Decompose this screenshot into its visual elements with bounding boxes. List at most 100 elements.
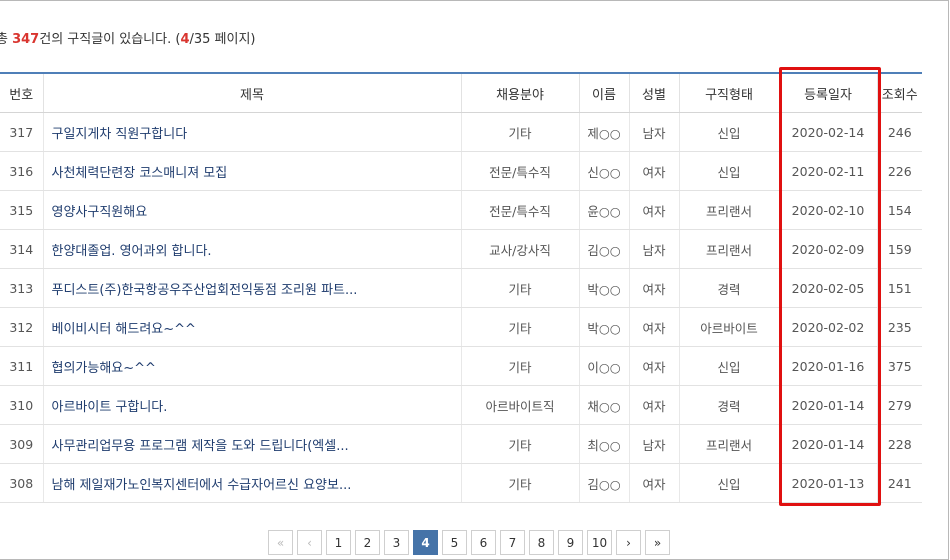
table-row: 311 협의가능해요~^^ 기타 이○○ 여자 신입 2020-01-16 375 bbox=[0, 346, 922, 386]
table-row: 313 푸디스트(주)한국항공우주산업회전익동점 조리원 파트... 기타 박○○ 여자… bbox=[0, 268, 922, 308]
row-field: 아르바이트직 bbox=[460, 385, 579, 425]
row-views: 375 bbox=[876, 346, 922, 386]
table-row: 317 구일지게차 직원구합니다 기타 제○○ 남자 신입 2020-02-14 246 bbox=[0, 112, 922, 152]
page-button[interactable]: 9 bbox=[558, 530, 583, 555]
row-views: 279 bbox=[876, 385, 922, 425]
row-title-link[interactable]: 사무관리업무용 프로그램 제작을 도와 드립니다(엑셀... bbox=[42, 424, 461, 464]
result-count: 347 bbox=[12, 32, 40, 47]
page-button-current[interactable]: 4 bbox=[413, 530, 438, 555]
next-page-button[interactable]: › bbox=[616, 530, 641, 555]
header-number: 번호 bbox=[0, 72, 43, 113]
row-name: 채○○ bbox=[578, 385, 629, 425]
row-job-type: 신입 bbox=[678, 346, 779, 386]
header-gender: 성별 bbox=[628, 72, 679, 113]
row-job-type: 프리랜서 bbox=[678, 229, 779, 269]
job-seeker-table: 번호 제목 채용분야 이름 성별 구직형태 등록일자 조회수 317 구일지게차 … bbox=[0, 72, 922, 503]
row-date: 2020-02-02 bbox=[778, 307, 877, 347]
row-views: 154 bbox=[876, 190, 922, 230]
table-row: 314 한양대졸업. 영어과외 합니다. 교사/강사직 김○○ 남자 프리랜서 2020-0… bbox=[0, 229, 922, 269]
row-job-type: 신입 bbox=[678, 463, 779, 503]
row-gender: 여자 bbox=[628, 190, 679, 230]
row-gender: 여자 bbox=[628, 463, 679, 503]
row-job-type: 프리랜서 bbox=[678, 190, 779, 230]
row-gender: 남자 bbox=[628, 112, 679, 152]
summary-middle: 건의 구직글이 있습니다. ( bbox=[39, 32, 181, 47]
table-row: 310 아르바이트 구합니다. 아르바이트직 채○○ 여자 경력 2020-01-14 279 bbox=[0, 385, 922, 425]
result-summary: 총 347건의 구직글이 있습니다. (4/35 페이지) bbox=[0, 28, 256, 47]
page-button[interactable]: 5 bbox=[442, 530, 467, 555]
row-number: 310 bbox=[0, 385, 43, 425]
row-job-type: 프리랜서 bbox=[678, 424, 779, 464]
row-title-link[interactable]: 사천체력단련장 코스매니져 모집 bbox=[42, 151, 461, 191]
header-title: 제목 bbox=[42, 72, 461, 113]
row-field: 기타 bbox=[460, 307, 579, 347]
row-date: 2020-02-10 bbox=[778, 190, 877, 230]
row-name: 김○○ bbox=[578, 463, 629, 503]
row-name: 이○○ bbox=[578, 346, 629, 386]
row-views: 241 bbox=[876, 463, 922, 503]
total-pages: /35 페이지) bbox=[189, 32, 256, 47]
row-gender: 여자 bbox=[628, 268, 679, 308]
row-views: 246 bbox=[876, 112, 922, 152]
table-row: 315 영양사구직원해요 전문/특수직 윤○○ 여자 프리랜서 2020-02-10 154 bbox=[0, 190, 922, 230]
row-field: 교사/강사직 bbox=[460, 229, 579, 269]
row-name: 신○○ bbox=[578, 151, 629, 191]
table-row: 316 사천체력단련장 코스매니져 모집 전문/특수직 신○○ 여자 신입 2020-02-… bbox=[0, 151, 922, 191]
row-field: 전문/특수직 bbox=[460, 190, 579, 230]
row-number: 315 bbox=[0, 190, 43, 230]
row-number: 312 bbox=[0, 307, 43, 347]
row-name: 최○○ bbox=[578, 424, 629, 464]
page-button[interactable]: 8 bbox=[529, 530, 554, 555]
row-number: 309 bbox=[0, 424, 43, 464]
header-job-type: 구직형태 bbox=[678, 72, 779, 113]
row-job-type: 아르바이트 bbox=[678, 307, 779, 347]
row-name: 제○○ bbox=[578, 112, 629, 152]
row-gender: 여자 bbox=[628, 346, 679, 386]
row-gender: 여자 bbox=[628, 385, 679, 425]
row-number: 314 bbox=[0, 229, 43, 269]
row-views: 159 bbox=[876, 229, 922, 269]
page-button[interactable]: 6 bbox=[471, 530, 496, 555]
row-date: 2020-01-16 bbox=[778, 346, 877, 386]
row-date: 2020-02-05 bbox=[778, 268, 877, 308]
row-title-link[interactable]: 한양대졸업. 영어과외 합니다. bbox=[42, 229, 461, 269]
table-row: 308 남해 제일재가노인복지센터에서 수급자어르신 요양보... 기타 김○○ 여자 신… bbox=[0, 463, 922, 503]
row-job-type: 경력 bbox=[678, 268, 779, 308]
header-views: 조회수 bbox=[876, 72, 922, 113]
row-number: 313 bbox=[0, 268, 43, 308]
page-button[interactable]: 10 bbox=[587, 530, 612, 555]
row-number: 311 bbox=[0, 346, 43, 386]
row-name: 박○○ bbox=[578, 307, 629, 347]
last-page-button[interactable]: » bbox=[645, 530, 670, 555]
row-title-link[interactable]: 구일지게차 직원구합니다 bbox=[42, 112, 461, 152]
page-button[interactable]: 3 bbox=[384, 530, 409, 555]
first-page-button[interactable]: « bbox=[268, 530, 293, 555]
page-button[interactable]: 1 bbox=[326, 530, 351, 555]
row-views: 235 bbox=[876, 307, 922, 347]
row-gender: 여자 bbox=[628, 307, 679, 347]
row-job-type: 신입 bbox=[678, 112, 779, 152]
prev-page-button[interactable]: ‹ bbox=[297, 530, 322, 555]
header-name: 이름 bbox=[578, 72, 629, 113]
row-views: 151 bbox=[876, 268, 922, 308]
row-gender: 여자 bbox=[628, 151, 679, 191]
row-title-link[interactable]: 영양사구직원해요 bbox=[42, 190, 461, 230]
page-button[interactable]: 2 bbox=[355, 530, 380, 555]
page-button[interactable]: 7 bbox=[500, 530, 525, 555]
header-date: 등록일자 bbox=[778, 72, 877, 113]
row-title-link[interactable]: 협의가능해요~^^ bbox=[42, 346, 461, 386]
row-title-link[interactable]: 푸디스트(주)한국항공우주산업회전익동점 조리원 파트... bbox=[42, 268, 461, 308]
row-date: 2020-01-14 bbox=[778, 424, 877, 464]
pagination: « ‹ 1 2 3 4 5 6 7 8 9 10 › » bbox=[268, 530, 674, 555]
table-header-row: 번호 제목 채용분야 이름 성별 구직형태 등록일자 조회수 bbox=[0, 72, 922, 113]
row-field: 전문/특수직 bbox=[460, 151, 579, 191]
row-gender: 남자 bbox=[628, 229, 679, 269]
row-field: 기타 bbox=[460, 268, 579, 308]
row-title-link[interactable]: 베이비시터 해드려요~^^ bbox=[42, 307, 461, 347]
row-number: 316 bbox=[0, 151, 43, 191]
row-number: 308 bbox=[0, 463, 43, 503]
row-date: 2020-02-11 bbox=[778, 151, 877, 191]
row-title-link[interactable]: 아르바이트 구합니다. bbox=[42, 385, 461, 425]
row-gender: 남자 bbox=[628, 424, 679, 464]
row-title-link[interactable]: 남해 제일재가노인복지센터에서 수급자어르신 요양보... bbox=[42, 463, 461, 503]
